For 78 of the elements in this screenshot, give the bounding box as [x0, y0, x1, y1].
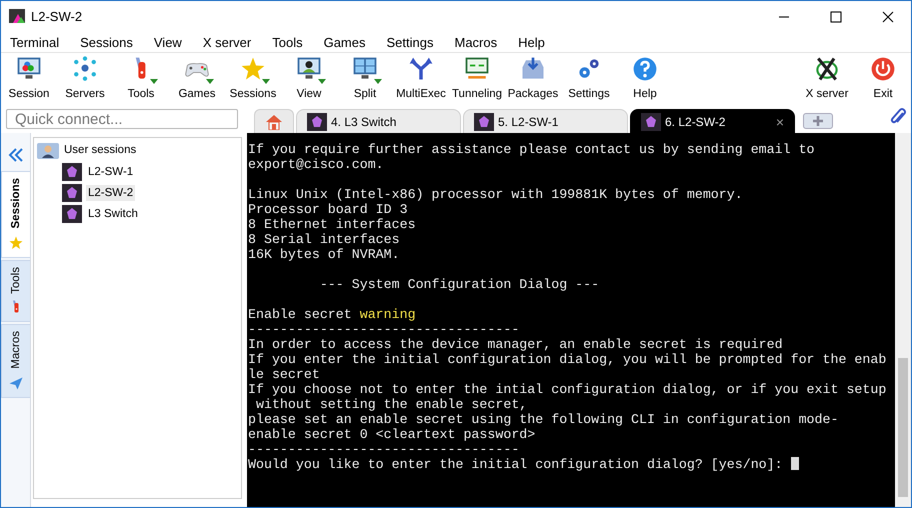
toolbar-button[interactable]: Split [337, 55, 393, 100]
menu-item[interactable]: X server [198, 34, 256, 50]
terminal-icon [307, 112, 327, 130]
terminal-icon [62, 184, 82, 202]
terminal-line: le secret [248, 367, 320, 382]
terminal-line: 16K bytes of NVRAM. [248, 247, 400, 262]
home-icon [265, 114, 283, 130]
toolbar-button[interactable]: X server [799, 55, 855, 100]
terminal-line: Would you like to enter the initial configuration dialog? [yes/no]: [248, 457, 784, 472]
plus-icon [812, 115, 824, 127]
menu-item[interactable]: Tools [267, 34, 308, 50]
warning-text: warning [360, 307, 416, 322]
toolbar-button[interactable]: Games [169, 55, 225, 100]
terminal-line: please set an enable secret using the following CLI in configuration mode- [248, 412, 838, 427]
toolbar-button[interactable]: Servers [57, 55, 113, 100]
session-item[interactable]: L2-SW-1 [86, 164, 136, 180]
terminal-line: ---------------------------------- [248, 322, 520, 337]
toolbar-button[interactable]: Sessions [225, 55, 281, 100]
session-tab[interactable]: 4. L3 Switch [296, 109, 461, 133]
user-folder-icon [37, 141, 59, 159]
power-icon [869, 55, 897, 83]
close-icon[interactable]: × [776, 114, 784, 130]
terminal-line: export@cisco.com. [248, 157, 384, 172]
tree-folder-label[interactable]: User sessions [64, 144, 136, 156]
terminal-line: Processor board ID 3 [248, 202, 408, 217]
menu-item[interactable]: Sessions [75, 34, 138, 50]
menu-item[interactable]: Settings [382, 34, 438, 50]
new-tab-button[interactable] [803, 113, 833, 129]
terminal-line: 8 Serial interfaces [248, 232, 400, 247]
terminal-line: If you enter the initial configuration dialog, you will be prompted for the enab [248, 352, 886, 367]
terminal-line: without setting the enable secret, [254, 397, 528, 412]
terminal-line: enable secret 0 <cleartext password> [248, 427, 536, 442]
quick-connect-field[interactable]: Quick connect... [6, 109, 238, 129]
help-icon [631, 55, 659, 83]
app-icon [9, 8, 25, 24]
session-item[interactable]: L2-SW-2 [86, 185, 136, 201]
session-tab[interactable]: 6. L2-SW-2 × [630, 109, 795, 133]
menu-item[interactable]: Macros [449, 34, 502, 50]
maximize-icon [830, 10, 842, 22]
terminal-icon [641, 112, 661, 130]
terminal-line: Linux Unix (Intel-x86) processor with 199881K bytes of memory. [248, 187, 743, 202]
network-icon [71, 55, 99, 83]
star-icon [8, 234, 24, 250]
window-title: L2-SW-2 [31, 9, 84, 24]
collapse-icon[interactable] [8, 147, 24, 163]
terminal-line: Enable secret [248, 307, 353, 322]
terminal-line: If you choose not to enter the intial configuration dialog, or if you exit setup [248, 382, 886, 397]
toolbar-button[interactable]: MultiExec [393, 55, 449, 100]
terminal-icon [62, 205, 82, 223]
toolbar-button[interactable]: Tools [113, 55, 169, 100]
toolbar-button[interactable]: Settings [561, 55, 617, 100]
sidebar-tab[interactable]: Sessions [1, 171, 30, 258]
sidebar-tab[interactable]: Tools [1, 260, 30, 322]
toolbar-button[interactable]: Session [1, 55, 57, 100]
home-tab[interactable] [254, 109, 294, 133]
menu-item[interactable]: Terminal [5, 34, 64, 50]
sidebar-tab[interactable]: Macros [1, 324, 30, 398]
menu-item[interactable]: View [148, 34, 187, 50]
menu-item[interactable]: Help [513, 34, 550, 50]
toolbar-button[interactable]: Tunneling [449, 55, 505, 100]
scrollbar-thumb[interactable] [898, 358, 908, 497]
terminal-line: In order to access the device manager, an enable secret is required [248, 337, 783, 352]
terminal-icon [474, 112, 494, 130]
paper-plane-icon [8, 375, 24, 392]
terminal-line: 8 Ethernet interfaces [248, 217, 416, 232]
terminal-line: --- System Configuration Dialog --- [318, 277, 600, 292]
toolbar-button[interactable]: Help [617, 55, 673, 100]
toolbar-button[interactable]: View [281, 55, 337, 100]
terminal-line: If you require further assistance please contact us by sending email to [248, 142, 815, 157]
session-item[interactable]: L3 Switch [86, 206, 140, 222]
toolbar-button[interactable]: Exit [855, 55, 911, 100]
toolbar-button[interactable]: Packages [505, 55, 561, 100]
close-icon [882, 10, 894, 22]
scrollbar[interactable] [895, 133, 911, 507]
session-tab[interactable]: 5. L2-SW-1 [463, 109, 628, 133]
terminal-icon [62, 163, 82, 181]
terminal-line: ---------------------------------- [248, 442, 520, 457]
menu-item[interactable]: Games [318, 34, 370, 50]
